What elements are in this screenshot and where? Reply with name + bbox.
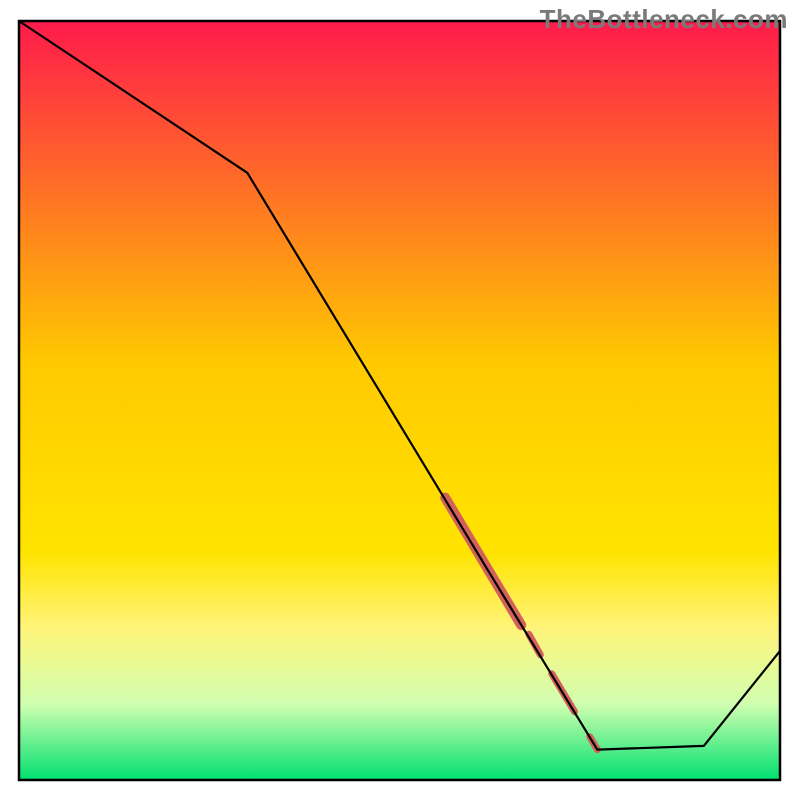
bottleneck-chart: TheBottleneck.com <box>0 0 800 800</box>
attribution-text: TheBottleneck.com <box>540 4 788 35</box>
chart-svg <box>0 0 800 800</box>
plot-background <box>19 21 780 780</box>
